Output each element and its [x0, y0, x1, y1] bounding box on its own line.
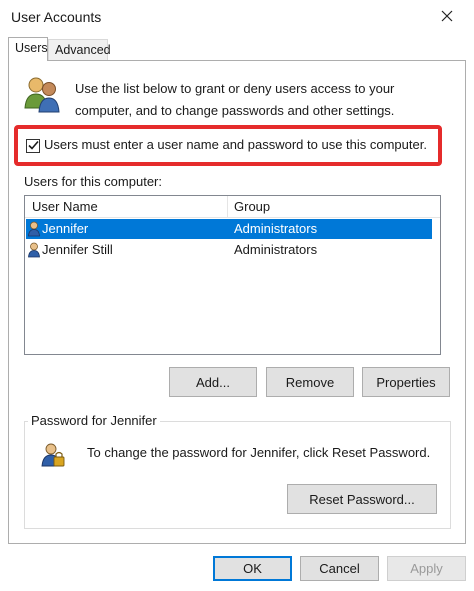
user-icon [28, 242, 42, 258]
tab-advanced[interactable]: Advanced [48, 39, 111, 61]
users-listview[interactable]: User Name Group Jennifer Administrators … [24, 195, 441, 355]
user-name-cell: Jennifer [42, 221, 89, 236]
window-title: User Accounts [11, 9, 102, 25]
table-row[interactable]: Jennifer Still Administrators [26, 240, 432, 260]
group-cell: Administrators [234, 242, 318, 257]
user-icon [28, 221, 42, 237]
column-header-group[interactable]: Group [234, 199, 270, 214]
users-icon [22, 74, 62, 114]
password-group-title: Password for Jennifer [28, 413, 160, 428]
cancel-button[interactable]: Cancel [300, 556, 379, 581]
tab-users[interactable]: Users [8, 37, 48, 61]
ok-button[interactable]: OK [213, 556, 292, 581]
users-list-label: Users for this computer: [24, 174, 162, 189]
reset-password-button[interactable]: Reset Password... [287, 484, 437, 514]
column-header-user-name[interactable]: User Name [32, 199, 98, 214]
password-instructions: To change the password for Jennifer, cli… [87, 445, 431, 460]
table-row[interactable]: Jennifer Administrators [26, 219, 432, 239]
group-cell: Administrators [234, 221, 318, 236]
require-password-checkbox[interactable] [26, 139, 40, 153]
password-icon [40, 442, 66, 468]
remove-user-button[interactable]: Remove [266, 367, 354, 397]
require-password-label[interactable]: Users must enter a user name and passwor… [44, 137, 427, 152]
close-button[interactable] [436, 6, 458, 28]
intro-description: Use the list below to grant or deny user… [75, 81, 395, 118]
properties-button[interactable]: Properties [362, 367, 450, 397]
checkmark-icon [27, 139, 39, 154]
user-name-cell: Jennifer Still [42, 242, 113, 257]
close-icon [441, 10, 453, 25]
apply-button[interactable]: Apply [387, 556, 466, 581]
column-divider[interactable] [227, 196, 228, 218]
add-user-button[interactable]: Add... [169, 367, 257, 397]
title-bar: User Accounts [0, 0, 474, 34]
listview-header: User Name Group [25, 196, 440, 218]
